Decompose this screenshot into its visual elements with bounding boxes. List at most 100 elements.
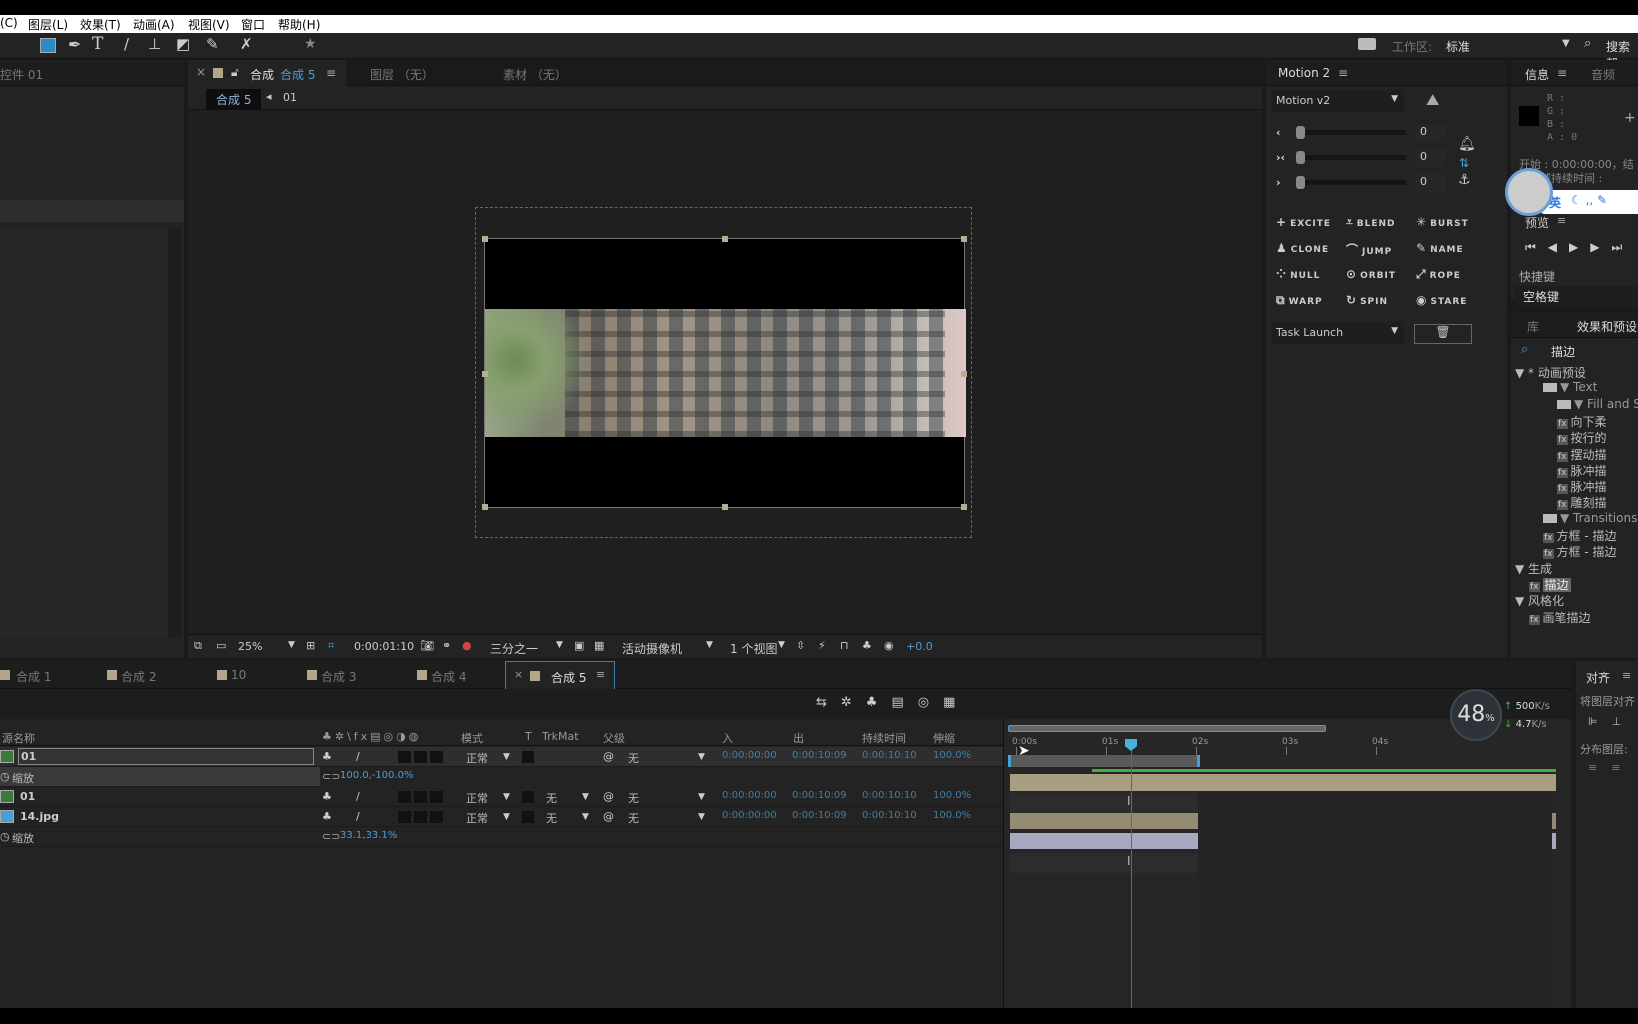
tree-item[interactable]: fx 摆动描 — [1557, 446, 1607, 462]
timeline-switches-icons[interactable]: ⇆✲♣▤◎▦ — [816, 695, 969, 710]
track-matte-checkbox[interactable] — [522, 751, 534, 763]
duration[interactable]: 0:00:10:10 — [862, 810, 917, 821]
chevron-down-icon[interactable]: ▼ — [503, 812, 510, 822]
duration[interactable]: 0:00:10:10 — [862, 790, 917, 801]
chevron-down-icon[interactable]: ▼ — [706, 640, 713, 650]
region-icon[interactable]: ▣ — [574, 639, 584, 652]
header-in[interactable]: 入 — [722, 730, 733, 746]
moon-icon[interactable]: ☾ ,, ✎ — [1571, 193, 1607, 207]
playback-controls[interactable]: ⏮◀▶▶⏭ — [1525, 240, 1634, 255]
switch-box[interactable] — [398, 811, 411, 823]
tab-audio[interactable]: 音频 — [1591, 66, 1615, 83]
timeline-icon[interactable]: ⊓ — [840, 639, 849, 652]
mode-select[interactable]: 正常 — [466, 790, 488, 806]
out-time[interactable]: 0:00:10:09 — [792, 790, 847, 801]
exposure-icon[interactable]: ◉ — [884, 639, 894, 652]
roto-tool-icon[interactable]: ✎ — [206, 35, 219, 53]
menu-icon[interactable]: ≡ — [1622, 669, 1631, 682]
lock-icon[interactable]: 🔓︎ — [231, 65, 239, 80]
fast-preview-icon[interactable]: ⚡ — [818, 639, 826, 652]
menu-item[interactable]: 动画(A) — [133, 16, 175, 33]
bell-icon[interactable]: 🔔︎ — [1458, 136, 1476, 152]
parent-select[interactable]: 无 — [628, 750, 639, 766]
text-tool-icon[interactable]: T — [92, 34, 103, 54]
header-mode[interactable]: 模式 — [461, 730, 483, 746]
motion-tool-orbit[interactable]: ⊙ ORBIT — [1346, 267, 1396, 281]
layer-name[interactable]: 01 — [18, 748, 314, 765]
breadcrumb-comp[interactable]: 合成 5 — [206, 89, 262, 110]
motion-tool-burst[interactable]: ✳ BURST — [1416, 215, 1469, 229]
stretch[interactable]: 100.0% — [933, 810, 971, 821]
mode-select[interactable]: 正常 — [466, 750, 488, 766]
tab-timeline-comp[interactable]: × 合成 5 ≡ — [505, 661, 615, 689]
mask-icon[interactable]: ⌗ — [328, 639, 334, 653]
track-matte-checkbox[interactable] — [522, 791, 534, 803]
mountains-icon[interactable]: ⛰ — [1426, 90, 1439, 110]
slider-handle[interactable] — [1296, 151, 1305, 164]
tab-effect-controls[interactable]: 控件 01 — [0, 66, 43, 83]
workspace-select[interactable]: 标准 — [1446, 38, 1470, 55]
motion-tool-clone[interactable]: ♟ CLONE — [1276, 241, 1329, 255]
task-select[interactable]: Task Launch ▼ — [1272, 322, 1404, 344]
layer-row[interactable]: 01 ♣ / 正常 ▼ @ 无 ▼ 0:00:00:00 0:00:10:09 0:00:10:10… — [0, 747, 1003, 767]
tree-item[interactable]: ▼ Fill and Stro — [1543, 397, 1638, 413]
out-time[interactable]: 0:00:10:09 — [792, 810, 847, 821]
switch-box[interactable] — [430, 811, 443, 823]
handle[interactable] — [722, 504, 728, 510]
header-name[interactable]: 源名称 — [2, 730, 35, 746]
chevron-down-icon[interactable]: ▼ — [698, 752, 705, 762]
tree-item[interactable]: fx 雕刻描 — [1557, 494, 1607, 511]
stamp-tool-icon[interactable]: ⊥ — [148, 35, 161, 53]
pickwhip-icon[interactable]: @ — [603, 810, 614, 823]
parent-select[interactable]: 无 — [628, 790, 639, 806]
in-time[interactable]: 0:00:00:00 — [722, 810, 777, 821]
tree-item[interactable]: fx 脉冲描 — [1557, 462, 1607, 478]
motion-tool-jump[interactable]: ⌒ JUMP — [1346, 241, 1392, 258]
eraser-tool-icon[interactable]: ◩ — [176, 35, 190, 53]
tree-item[interactable]: ▼ Text — [1529, 380, 1597, 396]
close-icon[interactable]: × — [514, 668, 523, 681]
exposure-value[interactable]: +0.0 — [906, 640, 933, 653]
handle[interactable] — [722, 236, 728, 242]
shortcut-select[interactable]: 空格键 — [1515, 286, 1638, 306]
header-stretch[interactable]: 伸缩 — [933, 730, 955, 746]
motion-tool-rope[interactable]: ⤢ ROPE — [1416, 267, 1461, 282]
tree-item[interactable]: fx 按行的 — [1557, 429, 1607, 446]
tree-item[interactable]: fx 画笔描边 — [1529, 609, 1591, 625]
constrain-link-icon[interactable]: ⊂⊃ — [322, 830, 340, 843]
handle[interactable] — [961, 371, 967, 377]
layer-name[interactable]: 14.jpg — [20, 810, 59, 823]
handle[interactable] — [482, 371, 488, 377]
tree-item[interactable]: fx 向下柔 — [1557, 413, 1607, 429]
views-select[interactable]: 1 个视图 — [730, 640, 777, 657]
chevron-down-icon[interactable]: ▼ — [503, 752, 510, 762]
slider-track[interactable] — [1296, 180, 1406, 185]
pickwhip-icon[interactable]: @ — [603, 790, 614, 803]
trkmat-select[interactable]: 无 — [546, 790, 557, 806]
mode-select[interactable]: 正常 — [466, 810, 488, 826]
shy-switch-icon[interactable]: ♣ — [322, 750, 332, 763]
scrollbar[interactable] — [168, 228, 182, 638]
stopwatch-icon[interactable]: ◷ — [0, 770, 10, 783]
chevron-down-icon[interactable]: ▼ — [698, 792, 705, 802]
rectangle-tool-icon[interactable] — [40, 38, 56, 53]
tab-layer[interactable]: 图层 （无） — [370, 66, 434, 83]
switch-box[interactable] — [414, 791, 427, 803]
assistant-avatar[interactable] — [1505, 168, 1553, 216]
tab-motion[interactable]: Motion 2 — [1278, 66, 1330, 80]
constrain-link-icon[interactable]: ⊂⊃ — [322, 770, 340, 783]
delete-button[interactable]: 🗑︎ — [1414, 324, 1472, 344]
slider-track[interactable] — [1296, 130, 1406, 135]
header-parent[interactable]: 父级 — [603, 730, 625, 746]
chevron-down-icon[interactable]: ▼ — [288, 640, 295, 650]
tree-item[interactable]: ▼ 风格化 — [1515, 592, 1564, 608]
zoom-select[interactable]: 25% — [238, 640, 262, 653]
switch-box[interactable] — [398, 751, 411, 763]
quality-switch-icon[interactable]: / — [356, 810, 360, 823]
chevron-down-icon[interactable]: ▼ — [503, 792, 510, 802]
playhead-line[interactable] — [1131, 741, 1132, 1008]
menu-icon[interactable]: ≡ — [1557, 214, 1566, 227]
track-matte-checkbox[interactable] — [522, 811, 534, 823]
pickwhip-icon[interactable]: @ — [603, 750, 614, 763]
breadcrumb-layer[interactable]: 01 — [283, 91, 297, 104]
